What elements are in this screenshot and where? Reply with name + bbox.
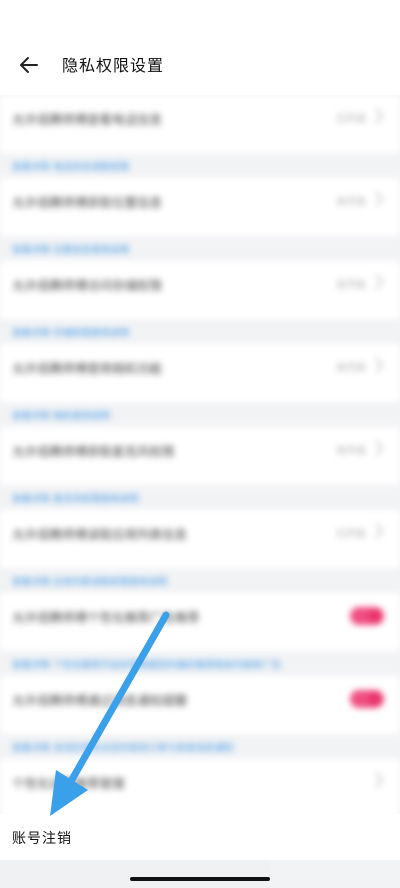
- setting-description-link[interactable]: 查看详情 关闭后将无法及时收到订单与系统消息通知: [12, 740, 234, 754]
- setting-row[interactable]: 允许佰腾师傅获取位置信息 未开启: [0, 178, 400, 236]
- setting-row[interactable]: 个性化设置推荐管理: [0, 759, 400, 817]
- footer-strip: [0, 860, 270, 888]
- back-button[interactable]: [14, 50, 44, 80]
- chevron-right-icon: [375, 772, 384, 788]
- setting-title: 允许佰腾师傅通过消息通知提醒: [12, 693, 188, 708]
- screen: 隐私权限设置 允许佰腾师傅查看电话信息 已开启 查看详情 电话状态读取权限 允许佰腾师…: [0, 0, 400, 888]
- setting-row[interactable]: 允许佰腾师傅个性化推荐广告推荐: [0, 593, 400, 651]
- setting-row[interactable]: 允许佰腾师傅获取麦克风权限 未开启: [0, 427, 400, 485]
- chevron-right-icon: [375, 191, 384, 207]
- chevron-right-icon: [375, 108, 384, 124]
- setting-status: 未开启: [336, 446, 366, 457]
- setting-title: 允许佰腾师傅读取应用列表信息: [12, 527, 188, 542]
- setting-toggle[interactable]: [350, 607, 384, 625]
- setting-row[interactable]: 允许佰腾师傅读取应用列表信息 已开启: [0, 510, 400, 568]
- setting-status: 未开启: [336, 363, 366, 374]
- setting-description-link[interactable]: 查看详情 电话状态读取权限: [12, 159, 129, 173]
- page-title: 隐私权限设置: [62, 56, 165, 75]
- chevron-right-icon: [375, 523, 384, 539]
- setting-status: 未开启: [336, 197, 366, 208]
- setting-status: 未开启: [336, 280, 366, 291]
- chevron-right-icon: [375, 440, 384, 456]
- account-deletion-row[interactable]: 账号注销: [0, 814, 400, 860]
- setting-toggle[interactable]: [350, 690, 384, 708]
- top-bar: 隐私权限设置: [0, 0, 400, 95]
- setting-title: 允许佰腾师傅获取位置信息: [12, 195, 163, 210]
- setting-description-link[interactable]: 查看详情 个性化推荐开启后将根据您的偏好推荐相关内容和广告: [12, 657, 281, 671]
- arrow-left-icon: [20, 57, 38, 73]
- setting-status: 已开启: [336, 529, 366, 540]
- setting-title: 允许佰腾师傅查看电话信息: [12, 112, 163, 127]
- setting-title: 个性化设置推荐管理: [12, 776, 125, 791]
- setting-row[interactable]: 允许佰腾师傅通过消息通知提醒: [0, 676, 400, 734]
- setting-title: 允许佰腾师傅使用相机功能: [12, 361, 163, 376]
- setting-title: 允许佰腾师傅获取麦克风权限: [12, 444, 175, 459]
- chevron-right-icon: [375, 274, 384, 290]
- setting-row[interactable]: 允许佰腾师傅访问存储权限 未开启: [0, 261, 400, 319]
- home-indicator: [130, 877, 270, 881]
- setting-title: 允许佰腾师傅访问存储权限: [12, 278, 163, 293]
- setting-row[interactable]: 允许佰腾师傅使用相机功能 未开启: [0, 344, 400, 402]
- setting-description-link[interactable]: 查看详情 相机使用说明: [12, 408, 110, 422]
- setting-title: 允许佰腾师傅个性化推荐广告推荐: [12, 610, 200, 625]
- chevron-right-icon: [375, 357, 384, 373]
- setting-description-link[interactable]: 查看详情 应用列表读取权限使用说明: [12, 574, 167, 588]
- account-deletion-label: 账号注销: [12, 831, 72, 847]
- setting-description-link[interactable]: 查看详情 位置信息使用说明: [12, 242, 129, 256]
- setting-description-link[interactable]: 查看详情 麦克风权限使用说明: [12, 491, 139, 505]
- setting-status: 已开启: [336, 114, 366, 125]
- setting-description-link[interactable]: 查看详情 存储权限使用说明: [12, 325, 129, 339]
- setting-row[interactable]: 允许佰腾师傅查看电话信息 已开启: [0, 95, 400, 153]
